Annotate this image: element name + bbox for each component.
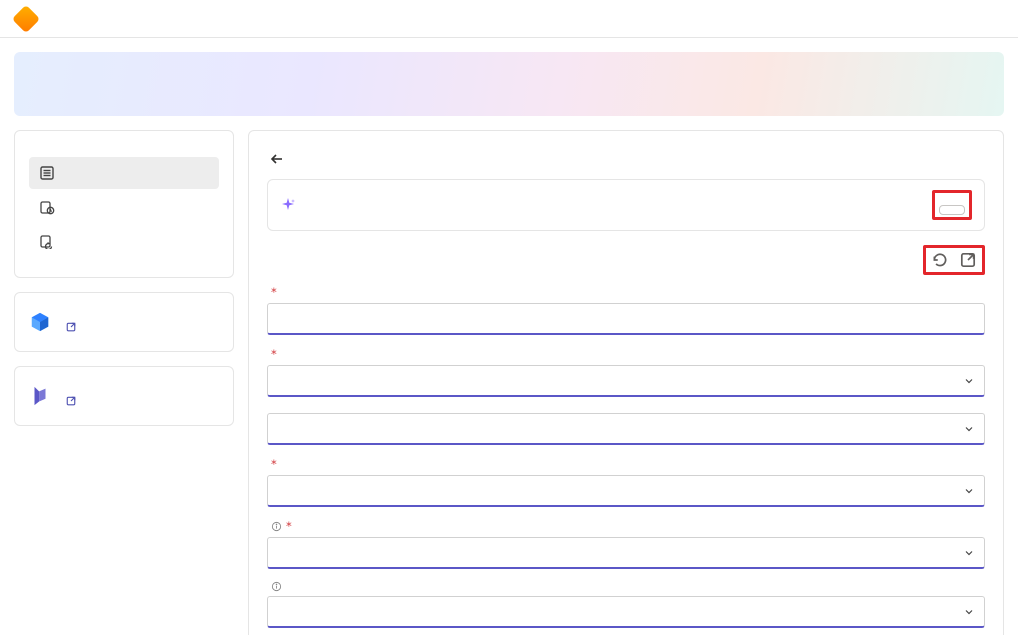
- list-icon: [39, 165, 55, 181]
- hero-banner: [14, 52, 1004, 116]
- detail-head: [267, 245, 985, 275]
- field-status: *: [267, 347, 985, 397]
- field-incident-type: [267, 581, 985, 628]
- back-button[interactable]: [267, 149, 287, 169]
- open-external-icon: [65, 321, 77, 333]
- required-mark: *: [271, 457, 277, 471]
- work-order-type-select[interactable]: [267, 537, 985, 569]
- main-column: * *: [248, 130, 1004, 635]
- incident-type-select[interactable]: [267, 596, 985, 628]
- crumb-row: [267, 149, 985, 169]
- field-work-order-type: *: [267, 519, 985, 569]
- refresh-icon[interactable]: [931, 251, 949, 269]
- sparkle-icon: [280, 197, 296, 213]
- priority-select[interactable]: [267, 413, 985, 445]
- info-icon[interactable]: [271, 521, 282, 532]
- menu-item-in-progress[interactable]: [29, 225, 219, 257]
- required-mark: *: [271, 347, 277, 361]
- menu-item-overdue[interactable]: [29, 191, 219, 223]
- info-icon[interactable]: [271, 581, 282, 592]
- menu-item-all-work-orders[interactable]: [29, 157, 219, 189]
- progress-icon: [39, 233, 55, 249]
- switch-env-link[interactable]: [61, 395, 77, 407]
- name-input[interactable]: [267, 303, 985, 335]
- sidebar-column: [14, 130, 234, 635]
- nav-tabs: [64, 11, 100, 27]
- brand-icon: [12, 4, 40, 32]
- overdue-icon: [39, 199, 55, 215]
- menu-card: [14, 130, 234, 278]
- dynamics-icon: [29, 385, 51, 407]
- field-service-account: *: [267, 457, 985, 507]
- field-name: *: [267, 285, 985, 335]
- canvas[interactable]: * *: [0, 38, 1018, 635]
- scheduling-suggest-row: [267, 179, 985, 231]
- service-account-select[interactable]: [267, 475, 985, 507]
- schedule-button[interactable]: [939, 205, 965, 215]
- content-row: * *: [14, 130, 1004, 635]
- remote-assist-link[interactable]: [61, 321, 77, 333]
- remote-assist-icon: [29, 311, 51, 333]
- main-card: * *: [248, 130, 1004, 635]
- highlight-schedule: [932, 190, 972, 220]
- signed-in-card: [14, 366, 234, 426]
- open-external-icon: [65, 395, 77, 407]
- required-mark: *: [271, 285, 277, 299]
- highlight-detail-icons: [923, 245, 985, 275]
- field-priority: [267, 409, 985, 445]
- top-nav: [0, 0, 1018, 38]
- open-external-icon[interactable]: [959, 251, 977, 269]
- remote-assist-card: [14, 292, 234, 352]
- required-mark: *: [286, 519, 292, 533]
- arrow-left-icon: [269, 151, 285, 167]
- status-select[interactable]: [267, 365, 985, 397]
